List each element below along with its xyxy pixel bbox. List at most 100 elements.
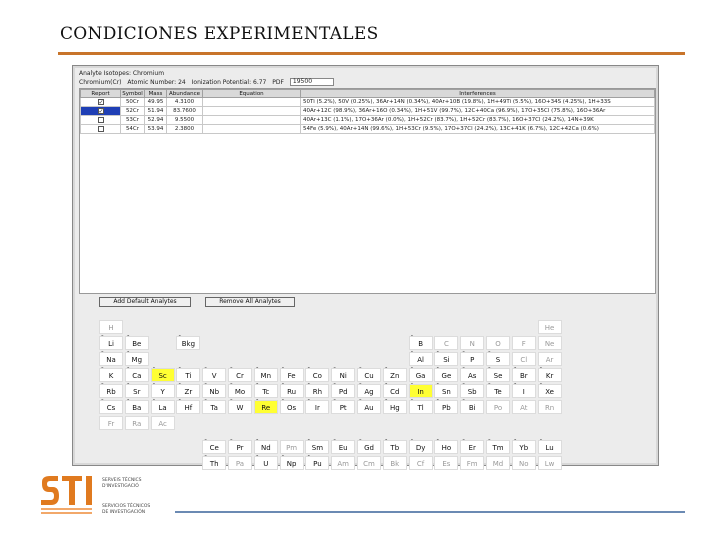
element-kr[interactable]: ··· Kr	[537, 366, 562, 382]
element-at[interactable]: At	[511, 400, 536, 414]
element-os[interactable]: ··· Os	[279, 398, 304, 414]
element-xe[interactable]: ··· Xe	[537, 382, 562, 398]
element-md[interactable]: Md	[486, 456, 510, 470]
pdf-input[interactable]: 19500	[289, 78, 334, 86]
element-ag[interactable]: ··· Ag	[357, 382, 381, 398]
element-ba[interactable]: ··· Ba	[124, 398, 149, 414]
report-cell[interactable]: ✓	[80, 97, 121, 107]
element-mn[interactable]: ··· Mn	[253, 366, 278, 382]
element-in[interactable]: ··· In	[408, 382, 433, 398]
element-f[interactable]: F	[511, 336, 536, 350]
element-pt[interactable]: ··· Pt	[331, 398, 356, 414]
element-bkg[interactable]: ··· Bkg	[176, 334, 201, 350]
element-be[interactable]: ··· Be	[124, 334, 149, 350]
element-cu[interactable]: ··· Cu	[357, 366, 381, 382]
element-yb[interactable]: ··· Yb	[511, 438, 536, 454]
element-ru[interactable]: ··· Ru	[279, 382, 304, 398]
element-k[interactable]: ··· K	[99, 366, 123, 382]
element-pb[interactable]: ··· Pb	[434, 398, 459, 414]
element-tm[interactable]: ··· Tm	[486, 438, 510, 454]
element-ar[interactable]: Ar	[537, 352, 562, 366]
report-checkbox[interactable]: ✓	[97, 98, 104, 105]
element-ga[interactable]: ··· Ga	[408, 366, 433, 382]
element-v[interactable]: ··· V	[202, 366, 227, 382]
element-ce[interactable]: ··· Ce	[202, 438, 227, 454]
element-fr[interactable]: Fr	[99, 416, 123, 430]
element-dy[interactable]: ··· Dy	[408, 438, 433, 454]
table-row[interactable]: 54Cr 53.94 2.3800 54Fe (5.9%), 40Ar+14N (99…	[80, 124, 655, 134]
element-cd[interactable]: ··· Cd	[382, 382, 407, 398]
element-br[interactable]: ··· Br	[511, 366, 536, 382]
remove-all-analytes-button[interactable]: Remove All Analytes	[205, 297, 295, 307]
element-ge[interactable]: ··· Ge	[434, 366, 459, 382]
element-h[interactable]: H	[99, 320, 123, 334]
element-gd[interactable]: ··· Gd	[357, 438, 381, 454]
element-pu[interactable]: ··· Pu	[305, 454, 330, 470]
element-cs[interactable]: ··· Cs	[99, 398, 123, 414]
element-pa[interactable]: Pa	[228, 456, 252, 470]
element-b[interactable]: ··· B	[408, 334, 433, 350]
element-no[interactable]: No	[511, 456, 536, 470]
element-cf[interactable]: Cf	[408, 456, 433, 470]
element-ho[interactable]: ··· Ho	[434, 438, 459, 454]
report-checkbox[interactable]	[97, 125, 104, 132]
element-ta[interactable]: ··· Ta	[202, 398, 227, 414]
report-checkbox[interactable]: ✓	[97, 107, 104, 114]
element-cr[interactable]: ··· Cr	[228, 366, 252, 382]
element-pm[interactable]: Pm	[279, 440, 304, 454]
element-fe[interactable]: ··· Fe	[279, 366, 304, 382]
element-ir[interactable]: ··· Ir	[305, 398, 330, 414]
element-p[interactable]: ··· P	[460, 350, 485, 366]
element-bi[interactable]: ··· Bi	[460, 398, 485, 414]
element-ac[interactable]: Ac	[150, 416, 175, 430]
report-checkbox[interactable]	[97, 116, 104, 123]
element-au[interactable]: ··· Au	[357, 398, 381, 414]
element-zn[interactable]: ··· Zn	[382, 366, 407, 382]
element-pd[interactable]: ··· Pd	[331, 382, 356, 398]
element-zr[interactable]: ··· Zr	[176, 382, 201, 398]
report-cell[interactable]	[80, 115, 121, 125]
element-n[interactable]: N	[460, 336, 485, 350]
element-mg[interactable]: ··· Mg	[124, 350, 149, 366]
element-rb[interactable]: ··· Rb	[99, 382, 123, 398]
element-np[interactable]: ··· Np	[279, 454, 304, 470]
element-am[interactable]: Am	[331, 456, 356, 470]
table-row[interactable]: ✓ 50Cr 49.95 4.3100 50Ti (5.2%), 50V (0.25%)…	[80, 97, 655, 107]
element-lw[interactable]: Lw	[537, 456, 562, 470]
element-ra[interactable]: Ra	[124, 416, 149, 430]
element-o[interactable]: O	[486, 336, 510, 350]
element-ca[interactable]: ··· Ca	[124, 366, 149, 382]
element-ti[interactable]: ··· Ti	[176, 366, 201, 382]
element-as[interactable]: ··· As	[460, 366, 485, 382]
element-nb[interactable]: ··· Nb	[202, 382, 227, 398]
element-hg[interactable]: ··· Hg	[382, 398, 407, 414]
element-po[interactable]: Po	[486, 400, 510, 414]
element-cl[interactable]: Cl	[511, 352, 536, 366]
element-i[interactable]: ··· I	[511, 382, 536, 398]
element-tl[interactable]: ··· Tl	[408, 398, 433, 414]
element-al[interactable]: ··· Al	[408, 350, 433, 366]
element-rn[interactable]: Rn	[537, 400, 562, 414]
element-u[interactable]: ··· U	[253, 454, 278, 470]
element-sr[interactable]: ··· Sr	[124, 382, 149, 398]
element-ni[interactable]: ··· Ni	[331, 366, 356, 382]
element-tb[interactable]: ··· Tb	[382, 438, 407, 454]
element-li[interactable]: ··· Li	[99, 334, 123, 350]
element-hf[interactable]: ··· Hf	[176, 398, 201, 414]
element-th[interactable]: ··· Th	[202, 454, 227, 470]
element-re[interactable]: ··· Re	[253, 398, 278, 414]
element-nd[interactable]: ··· Nd	[253, 438, 278, 454]
element-fm[interactable]: Fm	[460, 456, 485, 470]
element-te[interactable]: ··· Te	[486, 382, 510, 398]
element-c[interactable]: C	[434, 336, 459, 350]
element-y[interactable]: ··· Y	[150, 382, 175, 398]
element-ne[interactable]: Ne	[537, 336, 562, 350]
element-mo[interactable]: ··· Mo	[228, 382, 252, 398]
element-s[interactable]: ··· S	[486, 350, 510, 366]
element-cm[interactable]: Cm	[357, 456, 381, 470]
element-na[interactable]: ··· Na	[99, 350, 123, 366]
element-es[interactable]: Es	[434, 456, 459, 470]
element-eu[interactable]: ··· Eu	[331, 438, 356, 454]
element-rh[interactable]: ··· Rh	[305, 382, 330, 398]
element-sn[interactable]: ··· Sn	[434, 382, 459, 398]
